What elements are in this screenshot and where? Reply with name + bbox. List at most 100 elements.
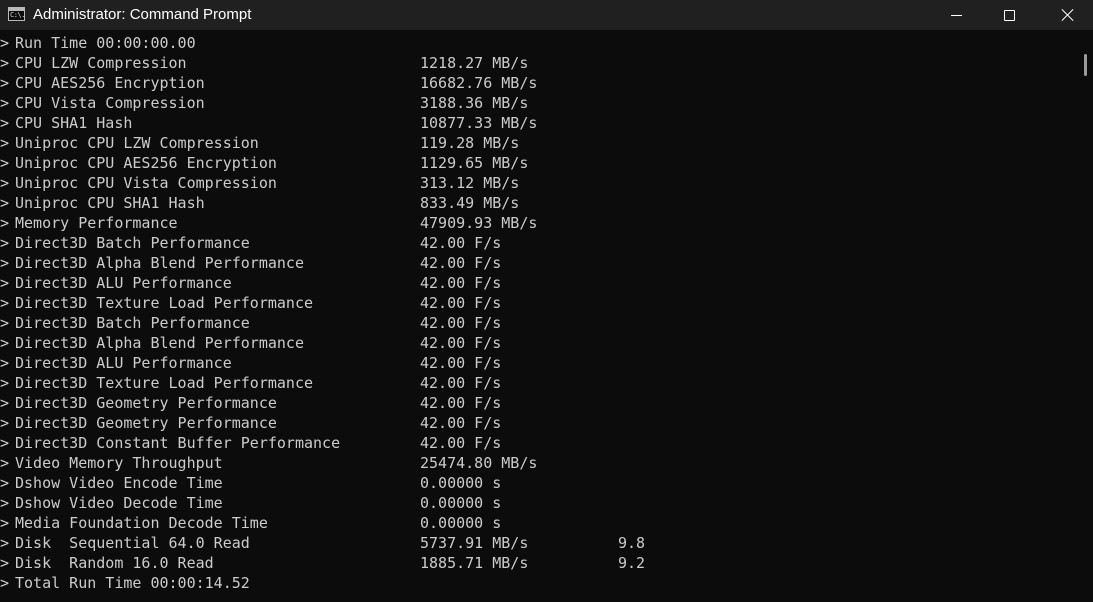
prompt-symbol: >: [0, 174, 10, 192]
prompt-symbol: >: [0, 434, 10, 452]
metric-value: 42.00 F/s: [420, 314, 502, 332]
metric-value: 47909.93 MB/s: [420, 214, 538, 232]
app-icon-text: C:\.: [10, 11, 25, 19]
minimize-icon: [950, 14, 962, 16]
console-line: > Disk Random 16.0 Read 1885.71 MB/s 9.2: [0, 553, 1078, 573]
console-line: > Dshow Video Encode Time 0.00000 s: [0, 473, 1078, 493]
metric-label: Total Run Time 00:00:14.52: [15, 574, 250, 592]
prompt-symbol: >: [0, 394, 10, 412]
prompt-symbol: >: [0, 474, 10, 492]
prompt-symbol: >: [0, 314, 10, 332]
console-line: > CPU SHA1 Hash 10877.33 MB/s: [0, 113, 1078, 133]
metric-label: Dshow Video Encode Time: [15, 474, 223, 492]
prompt-symbol: >: [0, 54, 10, 72]
console-line: > Direct3D Geometry Performance 42.00 F/s: [0, 393, 1078, 413]
scrollbar-thumb[interactable]: [1084, 54, 1087, 76]
metric-label: Uniproc CPU AES256 Encryption: [15, 154, 277, 172]
metric-label: Disk Random 16.0 Read: [15, 554, 214, 572]
metric-label: CPU SHA1 Hash: [15, 114, 133, 132]
metric-label: Dshow Video Decode Time: [15, 494, 223, 512]
metric-value: 10877.33 MB/s: [420, 114, 538, 132]
title-bar[interactable]: C:\. Administrator: Command Prompt: [0, 0, 1093, 30]
prompt-symbol: >: [0, 214, 10, 232]
metric-value: 1218.27 MB/s: [420, 54, 529, 72]
console-line: > Video Memory Throughput 25474.80 MB/s: [0, 453, 1078, 473]
console-line: > Uniproc CPU LZW Compression 119.28 MB/s: [0, 133, 1078, 153]
metric-value: 42.00 F/s: [420, 354, 502, 372]
metric-value: 1129.65 MB/s: [420, 154, 529, 172]
prompt-symbol: >: [0, 74, 10, 92]
metric-value: 42.00 F/s: [420, 254, 502, 272]
metric-value: 42.00 F/s: [420, 294, 502, 312]
minimize-button[interactable]: [933, 0, 979, 30]
metric-label: Direct3D Texture Load Performance: [15, 294, 314, 312]
metric-value: 1885.71 MB/s: [420, 554, 529, 572]
prompt-symbol: >: [0, 294, 10, 312]
metric-label: Video Memory Throughput: [15, 454, 223, 472]
metric-value: 0.00000 s: [420, 494, 502, 512]
metric-label: Direct3D Alpha Blend Performance: [15, 334, 304, 352]
vertical-scrollbar[interactable]: [1078, 30, 1093, 602]
close-icon: [1061, 8, 1075, 22]
prompt-symbol: >: [0, 374, 10, 392]
console-line: > Disk Sequential 64.0 Read 5737.91 MB/s 9.…: [0, 533, 1078, 553]
metric-value: 42.00 F/s: [420, 274, 502, 292]
prompt-symbol: >: [0, 254, 10, 272]
metric-value: 42.00 F/s: [420, 434, 502, 452]
close-button[interactable]: [1045, 0, 1091, 30]
metric-label: CPU AES256 Encryption: [15, 74, 205, 92]
console-line: > Direct3D Alpha Blend Performance 42.00 F…: [0, 333, 1078, 353]
console-line: > CPU Vista Compression 3188.36 MB/s: [0, 93, 1078, 113]
metric-label: Uniproc CPU Vista Compression: [15, 174, 277, 192]
metric-value: 42.00 F/s: [420, 334, 502, 352]
console-line: > Total Run Time 00:00:14.52: [0, 573, 1078, 593]
prompt-symbol: >: [0, 134, 10, 152]
metric-value: 313.12 MB/s: [420, 174, 520, 192]
metric-value: 42.00 F/s: [420, 394, 502, 412]
prompt-symbol: >: [0, 274, 10, 292]
metric-label: CPU Vista Compression: [15, 94, 205, 112]
prompt-symbol: >: [0, 94, 10, 112]
prompt-symbol: >: [0, 194, 10, 212]
metric-label: Direct3D ALU Performance: [15, 354, 232, 372]
window-title: Administrator: Command Prompt: [33, 6, 252, 23]
metric-label: Direct3D Texture Load Performance: [15, 374, 314, 392]
metric-value: 5737.91 MB/s: [420, 534, 529, 552]
console-line: > Direct3D Alpha Blend Performance 42.00 F…: [0, 253, 1078, 273]
prompt-symbol: >: [0, 454, 10, 472]
prompt-symbol: >: [0, 494, 10, 512]
console-line: > Uniproc CPU SHA1 Hash 833.49 MB/s: [0, 193, 1078, 213]
console-line: > Direct3D Texture Load Performance 42.00 …: [0, 293, 1078, 313]
console-output[interactable]: > Run Time 00:00:00.00 > CPU LZW Compressio…: [0, 33, 1078, 602]
console-line: > Uniproc CPU Vista Compression 313.12 MB/…: [0, 173, 1078, 193]
prompt-symbol: >: [0, 114, 10, 132]
metric-label: Media Foundation Decode Time: [15, 514, 268, 532]
console-line: > Dshow Video Decode Time 0.00000 s: [0, 493, 1078, 513]
metric-value: 0.00000 s: [420, 474, 502, 492]
prompt-symbol: >: [0, 354, 10, 372]
maximize-icon: [1003, 9, 1015, 21]
console-line: > Direct3D Geometry Performance 42.00 F/s: [0, 413, 1078, 433]
prompt-symbol: >: [0, 554, 10, 572]
console-line: > Media Foundation Decode Time 0.00000 s: [0, 513, 1078, 533]
metric-value: 42.00 F/s: [420, 374, 502, 392]
metric-value: 0.00000 s: [420, 514, 502, 532]
metric-label: Direct3D Geometry Performance: [15, 414, 277, 432]
console-line: > Direct3D Batch Performance 42.00 F/s: [0, 233, 1078, 253]
prompt-symbol: >: [0, 34, 10, 52]
command-prompt-icon[interactable]: C:\.: [8, 7, 25, 21]
metric-score: 9.2: [618, 554, 646, 572]
console-line: > CPU LZW Compression 1218.27 MB/s: [0, 53, 1078, 73]
console-line: > CPU AES256 Encryption 16682.76 MB/s: [0, 73, 1078, 93]
maximize-button[interactable]: [986, 0, 1032, 30]
metric-value: 119.28 MB/s: [420, 134, 520, 152]
prompt-symbol: >: [0, 334, 10, 352]
metric-label: Uniproc CPU SHA1 Hash: [15, 194, 205, 212]
metric-value: 42.00 F/s: [420, 234, 502, 252]
metric-label: Direct3D Alpha Blend Performance: [15, 254, 304, 272]
metric-label: Direct3D Geometry Performance: [15, 394, 277, 412]
console-line: > Run Time 00:00:00.00: [0, 33, 1078, 53]
metric-value: 833.49 MB/s: [420, 194, 520, 212]
metric-value: 25474.80 MB/s: [420, 454, 538, 472]
command-prompt-window: C:\. Administrator: Command Prompt > Run …: [0, 0, 1093, 602]
